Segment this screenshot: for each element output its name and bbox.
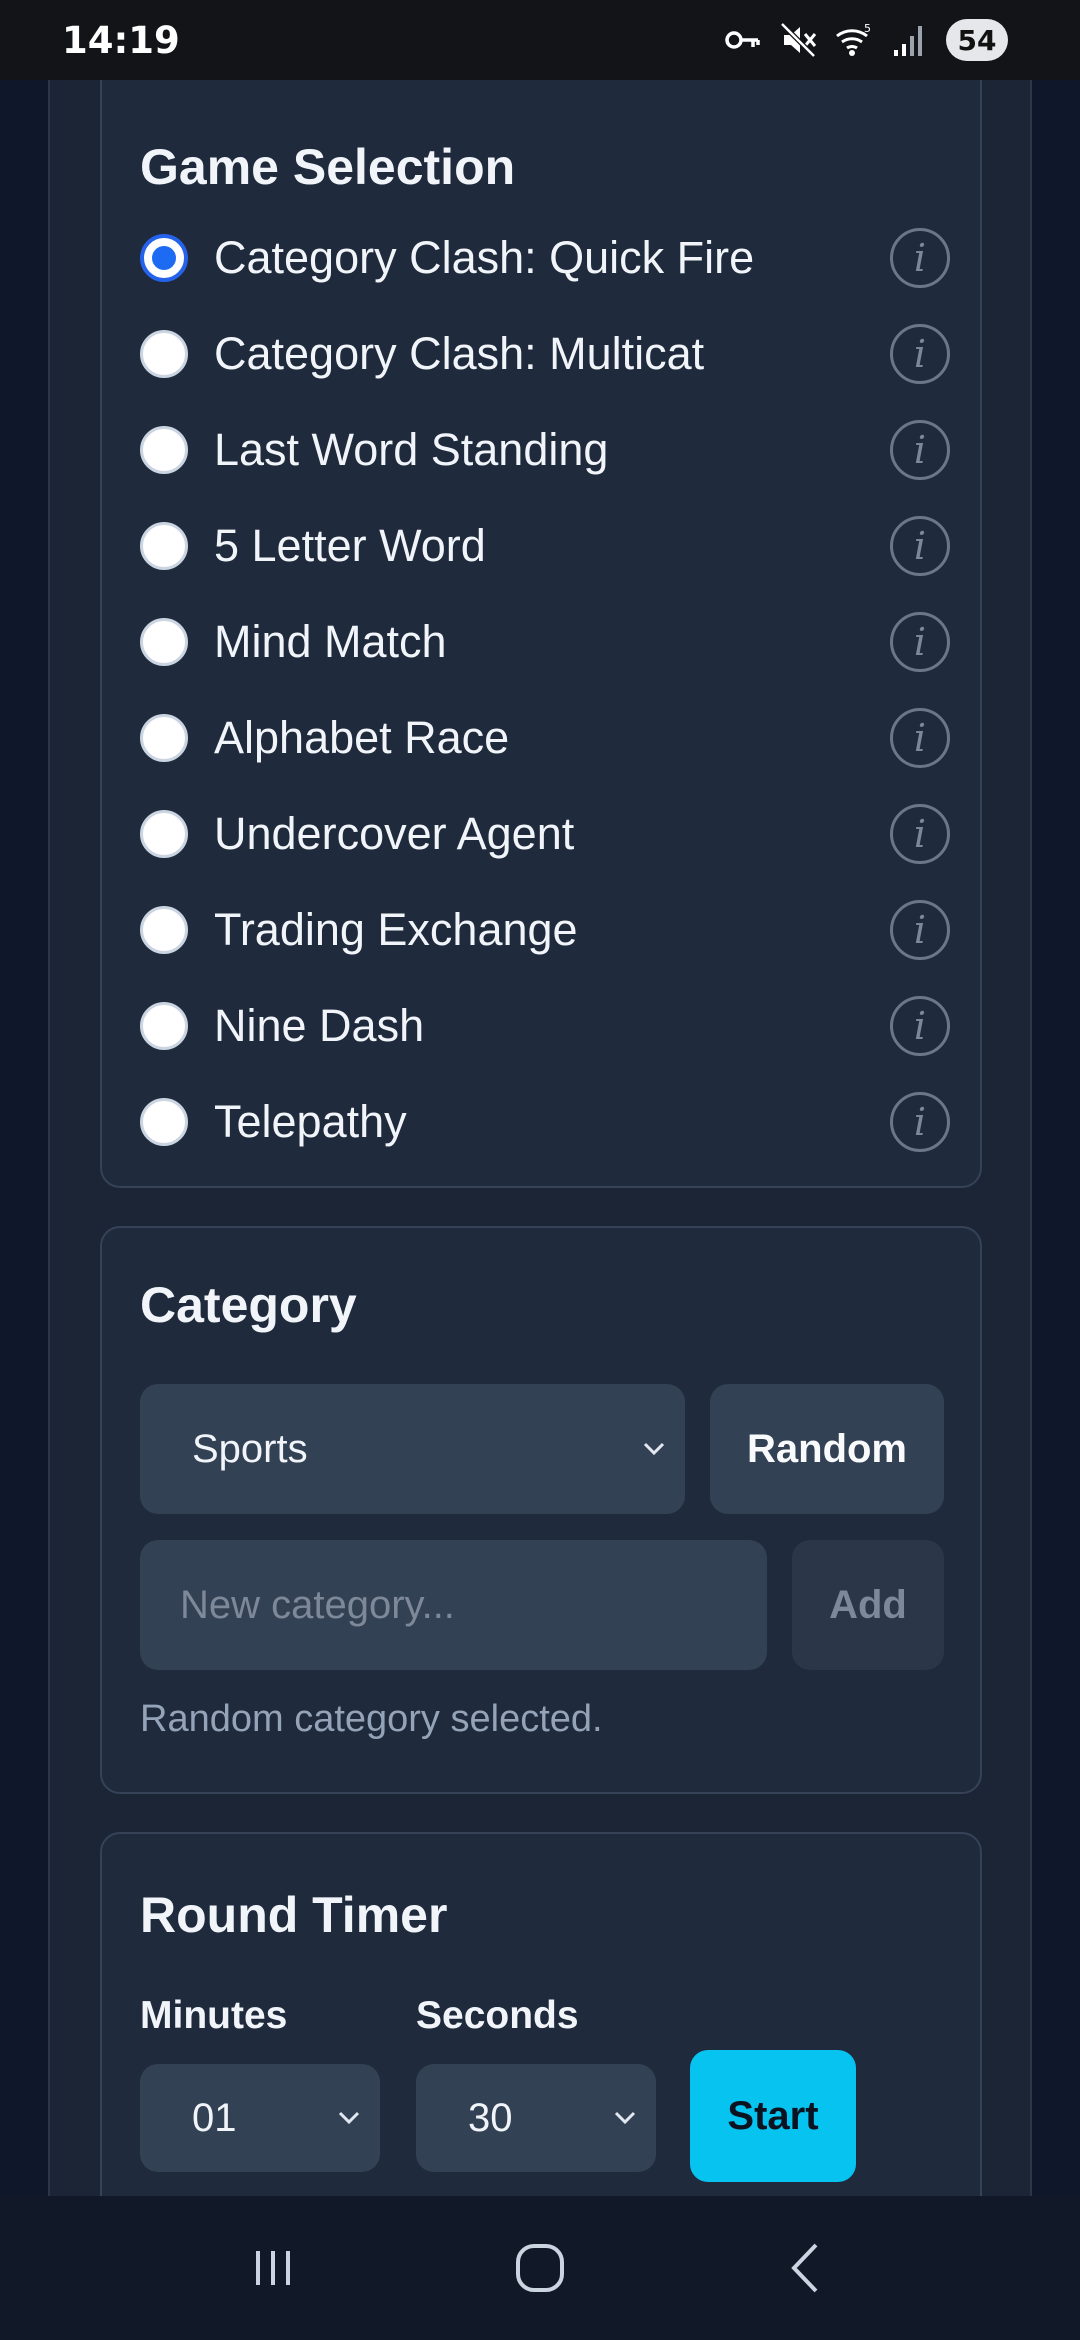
game-option-row[interactable]: Telepathy i bbox=[140, 1074, 950, 1170]
chevron-down-icon bbox=[614, 2111, 636, 2125]
game-option-row[interactable]: Mind Match i bbox=[140, 594, 950, 690]
game-radio-button[interactable] bbox=[140, 522, 188, 570]
chevron-down-icon bbox=[338, 2111, 360, 2125]
new-category-input[interactable] bbox=[140, 1540, 767, 1670]
game-option-label: Category Clash: Multicat bbox=[214, 328, 705, 379]
chevron-down-icon bbox=[643, 1442, 665, 1456]
game-list: Category Clash: Quick Fire i Category Clas… bbox=[140, 210, 950, 1170]
random-category-button[interactable]: Random bbox=[710, 1384, 944, 1514]
add-category-button[interactable]: Add bbox=[792, 1540, 944, 1670]
mute-icon bbox=[780, 22, 817, 58]
game-option-row[interactable]: Category Clash: Quick Fire i bbox=[140, 210, 950, 306]
game-option-label: Last Word Standing bbox=[214, 424, 609, 475]
category-select-value: Sports bbox=[192, 1426, 308, 1471]
game-radio-button[interactable] bbox=[140, 234, 188, 282]
signal-icon bbox=[894, 26, 922, 56]
game-radio-button[interactable] bbox=[140, 618, 188, 666]
info-icon[interactable]: i bbox=[890, 516, 950, 576]
seconds-select[interactable]: 30 bbox=[416, 2064, 656, 2172]
info-icon[interactable]: i bbox=[890, 996, 950, 1056]
game-option-label: 5 Letter Word bbox=[214, 520, 486, 571]
game-option-label: Category Clash: Quick Fire bbox=[214, 232, 755, 283]
minutes-select-value: 01 bbox=[192, 2095, 237, 2140]
navigation-bar bbox=[0, 2196, 1080, 2340]
seconds-select-value: 30 bbox=[468, 2095, 513, 2140]
info-icon[interactable]: i bbox=[890, 612, 950, 672]
info-icon[interactable]: i bbox=[890, 420, 950, 480]
status-icons: 5 54 bbox=[722, 19, 1008, 61]
game-radio-button[interactable] bbox=[140, 426, 188, 474]
minutes-select[interactable]: 01 bbox=[140, 2064, 380, 2172]
main-panel: Game Selection Category Clash: Quick Fir… bbox=[48, 80, 1032, 2196]
wifi-icon: 5 bbox=[836, 22, 871, 56]
game-radio-button[interactable] bbox=[140, 906, 188, 954]
game-selection-title: Game Selection bbox=[140, 139, 516, 195]
game-option-label: Nine Dash bbox=[214, 1000, 425, 1051]
game-option-row[interactable]: Trading Exchange i bbox=[140, 882, 950, 978]
seconds-label: Seconds bbox=[416, 1994, 579, 2037]
round-timer-title: Round Timer bbox=[140, 1887, 448, 1943]
game-option-label: Telepathy bbox=[214, 1096, 407, 1147]
game-option-row[interactable]: Nine Dash i bbox=[140, 978, 950, 1074]
category-card: Category Sports Random Add Random catego… bbox=[100, 1226, 982, 1794]
info-icon[interactable]: i bbox=[890, 708, 950, 768]
game-option-row[interactable]: Alphabet Race i bbox=[140, 690, 950, 786]
game-option-label: Alphabet Race bbox=[214, 712, 510, 763]
game-radio-button[interactable] bbox=[140, 1098, 188, 1146]
game-option-row[interactable]: Undercover Agent i bbox=[140, 786, 950, 882]
category-select[interactable]: Sports bbox=[140, 1384, 685, 1514]
game-radio-button[interactable] bbox=[140, 810, 188, 858]
info-icon[interactable]: i bbox=[890, 1092, 950, 1152]
back-icon[interactable] bbox=[772, 2233, 842, 2303]
game-option-label: Trading Exchange bbox=[214, 904, 578, 955]
game-radio-button[interactable] bbox=[140, 330, 188, 378]
battery-indicator: 54 bbox=[946, 19, 1008, 61]
game-option-row[interactable]: Category Clash: Multicat i bbox=[140, 306, 950, 402]
svg-text:5: 5 bbox=[864, 22, 871, 35]
home-icon[interactable] bbox=[505, 2233, 575, 2303]
start-timer-button[interactable]: Start bbox=[690, 2050, 856, 2182]
game-option-label: Mind Match bbox=[214, 616, 447, 667]
recent-apps-icon[interactable] bbox=[238, 2233, 308, 2303]
info-icon[interactable]: i bbox=[890, 804, 950, 864]
info-icon[interactable]: i bbox=[890, 324, 950, 384]
info-icon[interactable]: i bbox=[890, 900, 950, 960]
game-radio-button[interactable] bbox=[140, 1002, 188, 1050]
game-radio-button[interactable] bbox=[140, 714, 188, 762]
info-icon[interactable]: i bbox=[890, 228, 950, 288]
status-time: 14:19 bbox=[62, 18, 180, 62]
game-option-row[interactable]: Last Word Standing i bbox=[140, 402, 950, 498]
category-title: Category bbox=[140, 1277, 357, 1333]
game-selection-card: Game Selection Category Clash: Quick Fir… bbox=[100, 80, 982, 1188]
game-option-label: Undercover Agent bbox=[214, 808, 575, 859]
minutes-label: Minutes bbox=[140, 1994, 288, 2037]
category-status-message: Random category selected. bbox=[140, 1698, 603, 1740]
status-bar: 14:19 5 54 bbox=[0, 0, 1080, 80]
round-timer-card: Round Timer Minutes Seconds 01 30 Start bbox=[100, 1832, 982, 2196]
game-option-row[interactable]: 5 Letter Word i bbox=[140, 498, 950, 594]
vpn-key-icon bbox=[725, 31, 760, 49]
